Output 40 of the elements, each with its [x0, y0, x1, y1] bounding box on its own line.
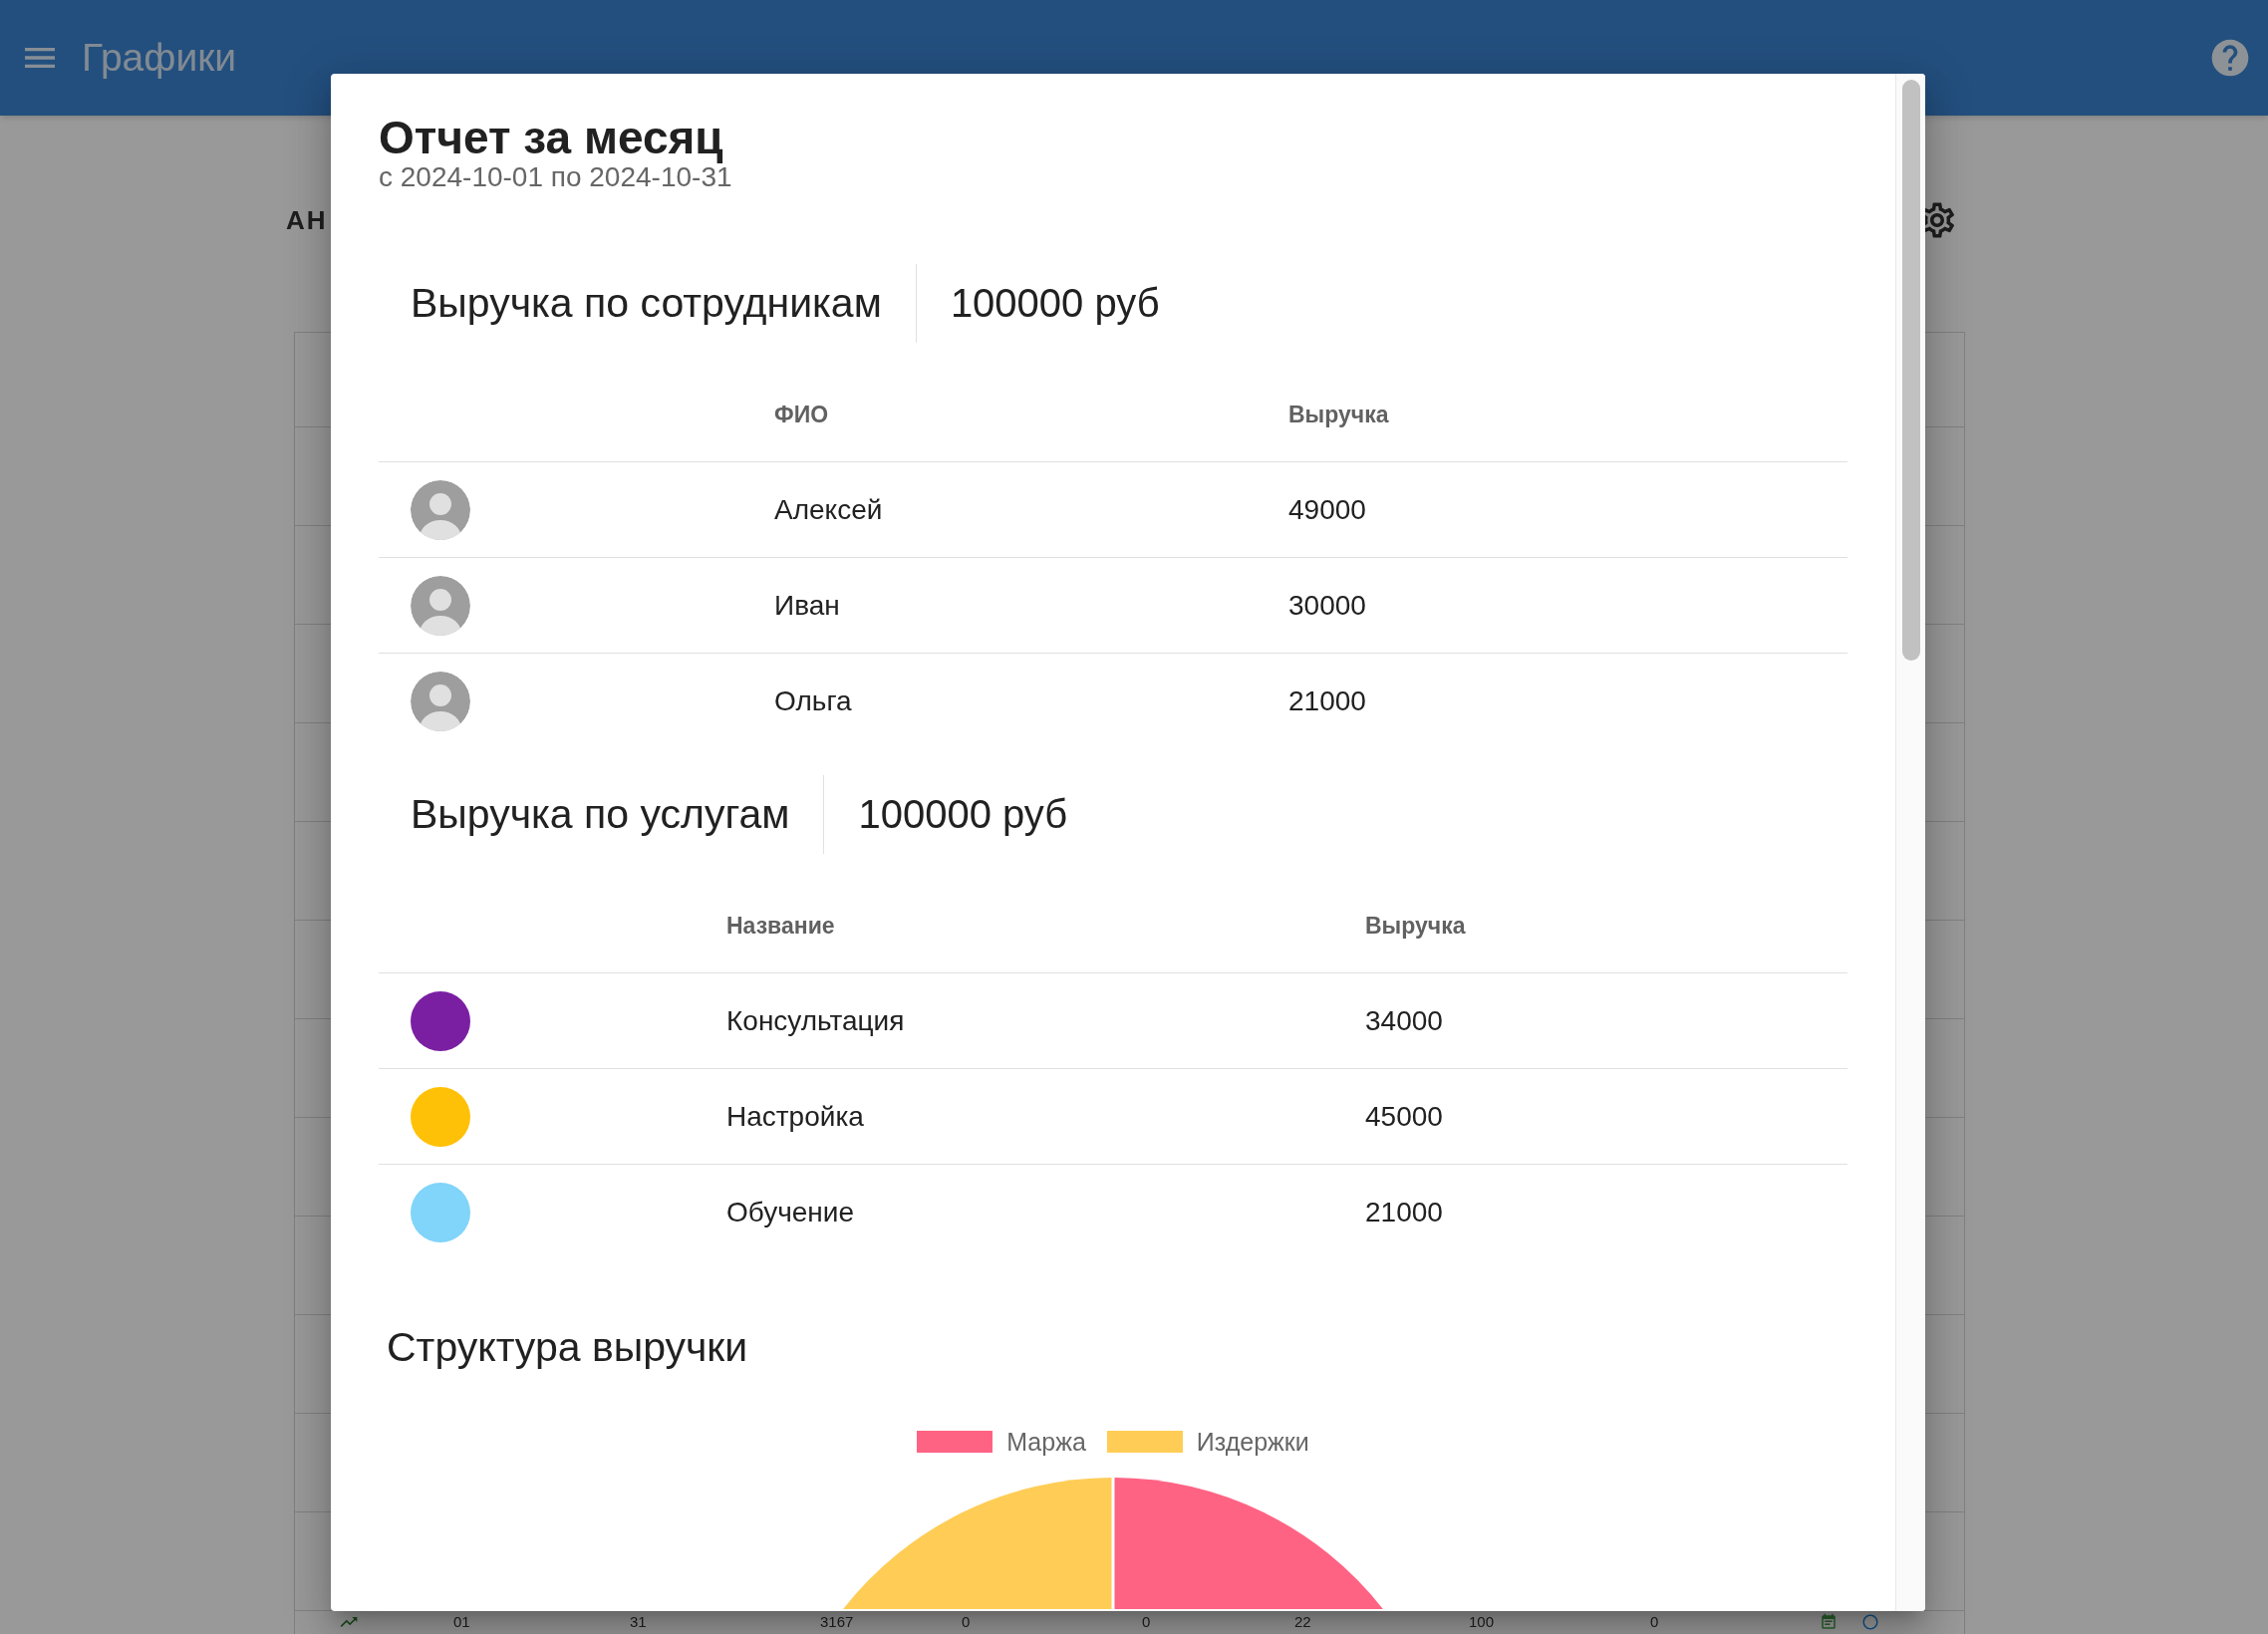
chart-title: Структура выручки [386, 1324, 748, 1370]
table-cell: 0 [962, 1613, 971, 1631]
scrollbar-thumb[interactable] [1901, 80, 1920, 661]
revenue-cell: 21000 [1365, 1196, 1443, 1229]
legend-label: Маржа [1006, 1427, 1086, 1457]
name-cell: Настройка [726, 1099, 864, 1134]
revenue-cell: 21000 [1288, 684, 1366, 718]
table-cell: 100 [1469, 1613, 1495, 1631]
column-header: Выручка [1365, 911, 1466, 940]
name-cell: Ольга [774, 684, 852, 718]
person-avatar-icon [411, 672, 470, 731]
person-avatar-icon [411, 575, 470, 636]
revenue-cell: 45000 [1365, 1099, 1443, 1134]
section-total: 100000 руб [857, 791, 1068, 838]
table-cell: 01 [453, 1613, 470, 1631]
person-avatar-icon [411, 479, 470, 540]
table-cell: 22 [1294, 1613, 1311, 1631]
revenue-cell: 34000 [1365, 1003, 1443, 1038]
legend-label: Издержки [1196, 1427, 1309, 1457]
date-range-subtitle: с 2024-10-01 по 2024-10-31 [379, 162, 732, 192]
section-heading: Выручка по сотрудникам [410, 279, 883, 328]
revenue-cell: 49000 [1288, 492, 1366, 527]
dialog-title: Отчет за месяц [379, 113, 723, 162]
table-cell: 0 [1142, 1613, 1151, 1631]
revenue-cell: 30000 [1288, 588, 1366, 623]
tab-label[interactable]: АН [286, 203, 328, 237]
section-heading: Выручка по услугам [410, 790, 791, 839]
table-cell: 0 [1650, 1613, 1659, 1631]
app-title: Графики [82, 35, 237, 81]
section-total: 100000 руб [949, 280, 1160, 327]
column-header: ФИО [774, 400, 829, 428]
table-cell: 3167 [820, 1613, 854, 1631]
calendar-icon[interactable] [1820, 1613, 1838, 1631]
name-cell: Консультация [726, 1003, 905, 1038]
column-header: Название [726, 911, 835, 940]
name-cell: Алексей [774, 492, 883, 527]
name-cell: Иван [774, 588, 840, 623]
column-header: Выручка [1288, 400, 1389, 428]
name-cell: Обучение [726, 1196, 855, 1229]
table-cell: 31 [630, 1613, 647, 1631]
